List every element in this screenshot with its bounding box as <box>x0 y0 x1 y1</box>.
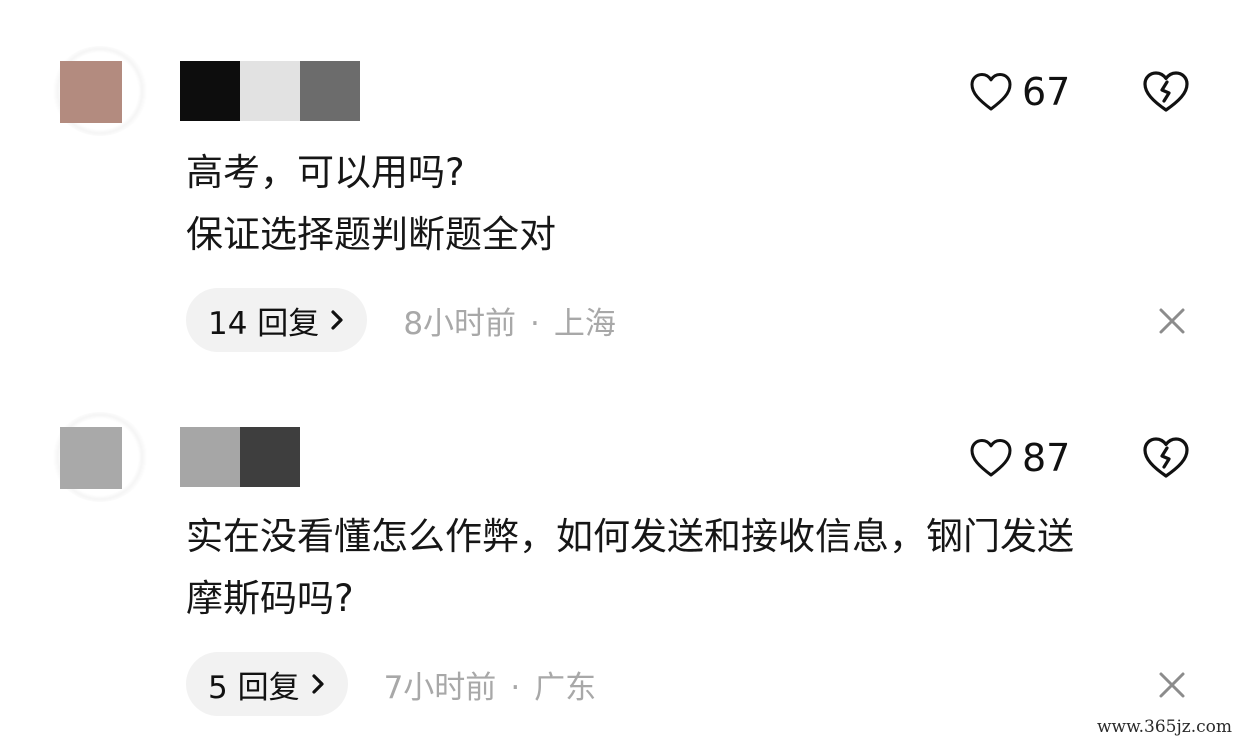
username-redacted[interactable] <box>180 427 314 487</box>
comment-meta: 5 回复 7小时前 · 广东 <box>186 652 596 716</box>
view-replies-button[interactable]: 14 回复 <box>186 288 368 352</box>
username-redacted[interactable] <box>180 61 374 121</box>
timestamp-location: 7小时前 · 广东 <box>383 669 597 706</box>
comment-text: 实在没看懂怎么作弊，如何发送和接收信息，钢门发送 摩斯码吗? <box>186 515 1074 620</box>
broken-heart-icon[interactable] <box>1142 70 1190 114</box>
heart-icon <box>970 439 1012 477</box>
view-replies-button[interactable]: 5 回复 <box>186 652 348 716</box>
watermark: www.365jz.com <box>1097 717 1232 737</box>
heart-icon <box>970 73 1012 111</box>
chevron-right-icon <box>331 310 343 330</box>
chevron-right-icon <box>311 674 324 694</box>
close-icon[interactable] <box>1155 668 1189 702</box>
comment-text: 高考，可以用吗? 保证选择题判断题全对 <box>186 151 556 256</box>
close-icon[interactable] <box>1155 304 1189 338</box>
like-count: 67 <box>1022 70 1071 114</box>
avatar[interactable] <box>60 61 122 123</box>
like-count: 87 <box>1022 436 1071 480</box>
comment-meta: 14 回复 8小时前 · 上海 <box>186 288 616 352</box>
timestamp-location: 8小时前 · 上海 <box>403 305 616 342</box>
avatar[interactable] <box>60 427 122 489</box>
like-button[interactable]: 67 <box>970 70 1070 114</box>
like-button[interactable]: 87 <box>970 436 1070 480</box>
broken-heart-icon[interactable] <box>1142 436 1190 480</box>
